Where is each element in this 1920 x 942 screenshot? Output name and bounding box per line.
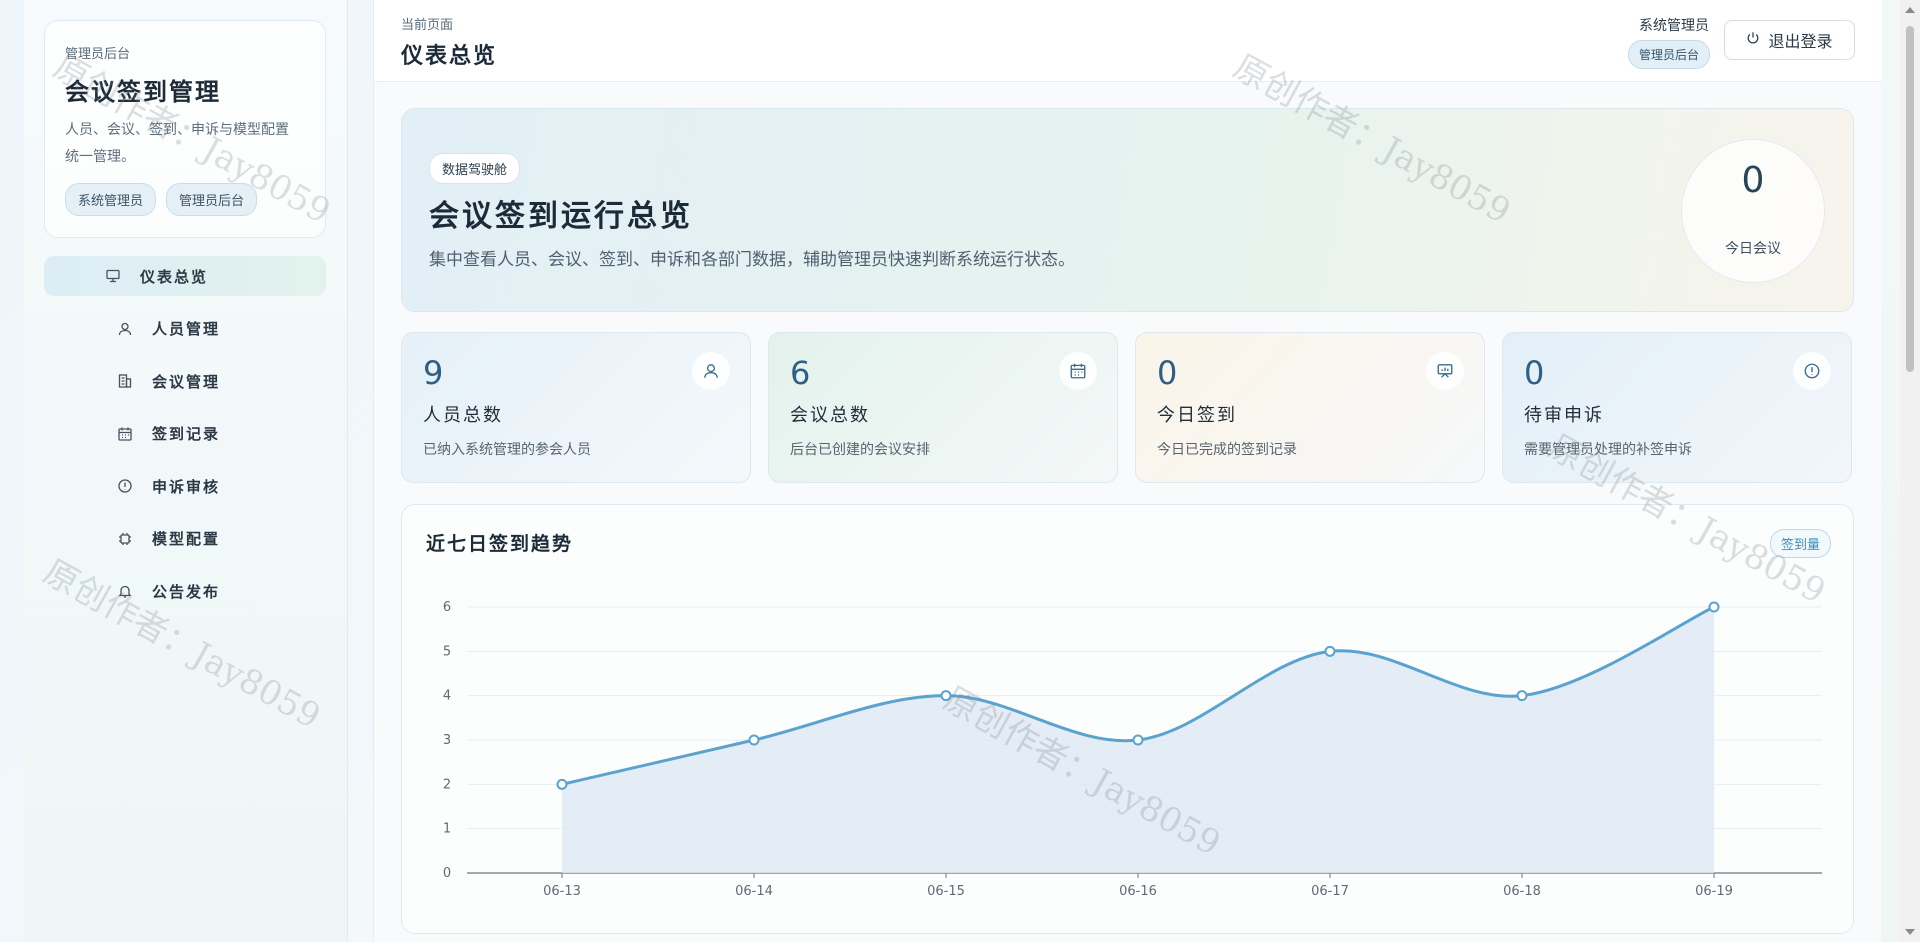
- today-meetings-value: 0: [1741, 160, 1765, 201]
- sidebar-item-label: 公告发布: [152, 582, 221, 601]
- brand-kicker: 管理员后台: [65, 47, 131, 62]
- topbar: 当前页面 仪表总览 系统管理员 管理员后台 退出登录: [374, 0, 1882, 82]
- x-tick-label: 06-13: [543, 884, 581, 899]
- hero-description: 集中查看人员、会议、签到、申诉和各部门数据，辅助管理员快速判断系统运行状态。: [429, 250, 1075, 270]
- stats-row: 9 人员总数 已纳入系统管理的参会人员 6 会议总数 后台已创建的会议安排 0 …: [401, 332, 1854, 483]
- y-tick-label: 2: [443, 777, 451, 792]
- stat-label: 人员总数: [423, 405, 503, 426]
- y-tick-label: 5: [443, 644, 451, 659]
- dashboard-icon: [104, 267, 122, 285]
- sidebar: 管理员后台 会议签到管理 人员、会议、签到、申诉与模型配置 统一管理。 系统管理…: [24, 0, 348, 942]
- data-point: [940, 690, 952, 702]
- hero-badge: 数据驾驶舱: [429, 153, 521, 184]
- y-tick-label: 6: [443, 600, 451, 615]
- brand-tags: 系统管理员 管理员后台: [65, 183, 305, 216]
- page-title: 仪表总览: [401, 43, 498, 69]
- y-tick-label: 4: [443, 689, 451, 704]
- sidebar-item-announcements[interactable]: 公告发布: [44, 571, 326, 611]
- stat-label: 今日签到: [1157, 405, 1237, 426]
- stat-card-meetings: 6 会议总数 后台已创建的会议安排: [768, 332, 1118, 483]
- data-point: [1132, 734, 1144, 746]
- sidebar-item-label: 申诉审核: [152, 477, 221, 496]
- today-meetings-circle: 0 今日会议: [1681, 139, 1825, 283]
- sidebar-item-meetings[interactable]: 会议管理: [44, 361, 326, 401]
- stat-label: 会议总数: [790, 405, 870, 426]
- data-point: [748, 734, 760, 746]
- brand-title: 会议签到管理: [65, 77, 221, 106]
- power-icon: [1746, 31, 1760, 50]
- x-tick-label: 06-18: [1503, 884, 1541, 899]
- sidebar-item-label: 人员管理: [152, 320, 221, 338]
- stat-card-today-checkins: 0 今日签到 今日已完成的签到记录: [1135, 332, 1485, 483]
- stat-value: 0: [1524, 354, 1545, 392]
- sidebar-nav: 仪表总览 人员管理 会议管理 签到记录 申诉审核 模型配置 公告发布: [44, 256, 326, 624]
- today-meetings-label: 今日会议: [1725, 241, 1781, 257]
- area-tag: 管理员后台: [166, 183, 258, 216]
- stat-card-pending-appeals: 0 待审申诉 需要管理员处理的补签申诉: [1502, 332, 1852, 483]
- sidebar-item-users[interactable]: 人员管理: [44, 309, 326, 349]
- stat-description: 后台已创建的会议安排: [790, 442, 930, 458]
- calendar-icon: [116, 425, 134, 443]
- sidebar-item-label: 会议管理: [152, 372, 221, 391]
- scroll-thumb[interactable]: [1906, 26, 1914, 372]
- sidebar-item-label: 模型配置: [152, 530, 221, 548]
- calendar-icon: [1059, 352, 1097, 390]
- x-tick-label: 06-15: [927, 884, 965, 899]
- sidebar-item-checkins[interactable]: 签到记录: [44, 414, 326, 454]
- stat-description: 需要管理员处理的补签申诉: [1524, 442, 1692, 458]
- alert-circle-icon: [116, 477, 134, 495]
- logout-label: 退出登录: [1768, 34, 1833, 51]
- x-tick-label: 06-17: [1311, 884, 1349, 899]
- page-scrollbar[interactable]: [1900, 0, 1920, 942]
- x-tick-label: 06-19: [1695, 884, 1733, 899]
- presentation-icon: [1426, 352, 1464, 390]
- stat-card-people: 9 人员总数 已纳入系统管理的参会人员: [401, 332, 751, 483]
- stat-description: 今日已完成的签到记录: [1157, 442, 1297, 458]
- data-point: [1324, 645, 1336, 657]
- alert-circle-icon: [1793, 352, 1831, 390]
- hero-title: 会议签到运行总览: [429, 199, 693, 234]
- user-name: 系统管理员: [1639, 18, 1709, 34]
- trend-chart-card: 近七日签到趋势 签到量 0 1 2 3 4 5 6 06-13 06-14 06-15 06-16 0…: [401, 504, 1854, 934]
- user-icon: [116, 320, 134, 338]
- stat-description: 已纳入系统管理的参会人员: [423, 442, 591, 458]
- scroll-up-icon[interactable]: [1905, 7, 1915, 13]
- role-tag: 系统管理员: [65, 183, 157, 216]
- trend-line-chart: 0 1 2 3 4 5 6 06-13 06-14 06-15 06-16 06-17 06-18 06-…: [443, 600, 1822, 899]
- stat-value: 6: [790, 354, 811, 392]
- x-tick-label: 06-14: [735, 884, 773, 899]
- data-point: [1516, 690, 1528, 702]
- chip-icon: [116, 530, 134, 548]
- brand-description: 人员、会议、签到、申诉与模型配置 统一管理。: [65, 117, 305, 171]
- bell-icon: [116, 582, 134, 600]
- y-tick-label: 1: [443, 822, 451, 837]
- brand-description-line: 统一管理。: [65, 149, 135, 165]
- sidebar-item-label: 仪表总览: [140, 267, 209, 286]
- sidebar-item-appeals[interactable]: 申诉审核: [44, 466, 326, 506]
- stat-label: 待审申诉: [1524, 405, 1604, 426]
- data-point: [556, 778, 568, 790]
- hero-banner: 数据驾驶舱 会议签到运行总览 集中查看人员、会议、签到、申诉和各部门数据，辅助管…: [401, 108, 1854, 312]
- stat-value: 0: [1157, 354, 1178, 392]
- stat-value: 9: [423, 354, 444, 392]
- y-tick-label: 0: [443, 866, 451, 881]
- scroll-down-icon[interactable]: [1905, 929, 1915, 935]
- brand-card: 管理员后台 会议签到管理 人员、会议、签到、申诉与模型配置 统一管理。 系统管理…: [44, 20, 326, 238]
- brand-description-line: 人员、会议、签到、申诉与模型配置: [65, 122, 289, 138]
- user-role-badge: 管理员后台: [1627, 40, 1710, 69]
- main-content: 当前页面 仪表总览 系统管理员 管理员后台 退出登录 数据驾驶舱 会议签到运行总…: [373, 0, 1882, 942]
- user-icon: [692, 352, 730, 390]
- breadcrumb: 当前页面: [401, 18, 454, 33]
- data-point: [1708, 601, 1720, 613]
- sidebar-item-label: 签到记录: [152, 425, 221, 443]
- sidebar-item-dashboard[interactable]: 仪表总览: [44, 256, 326, 296]
- x-tick-label: 06-16: [1119, 884, 1157, 899]
- sidebar-item-model-config[interactable]: 模型配置: [44, 519, 326, 559]
- logout-button[interactable]: 退出登录: [1724, 20, 1855, 60]
- y-tick-label: 3: [443, 733, 451, 748]
- building-icon: [116, 372, 134, 390]
